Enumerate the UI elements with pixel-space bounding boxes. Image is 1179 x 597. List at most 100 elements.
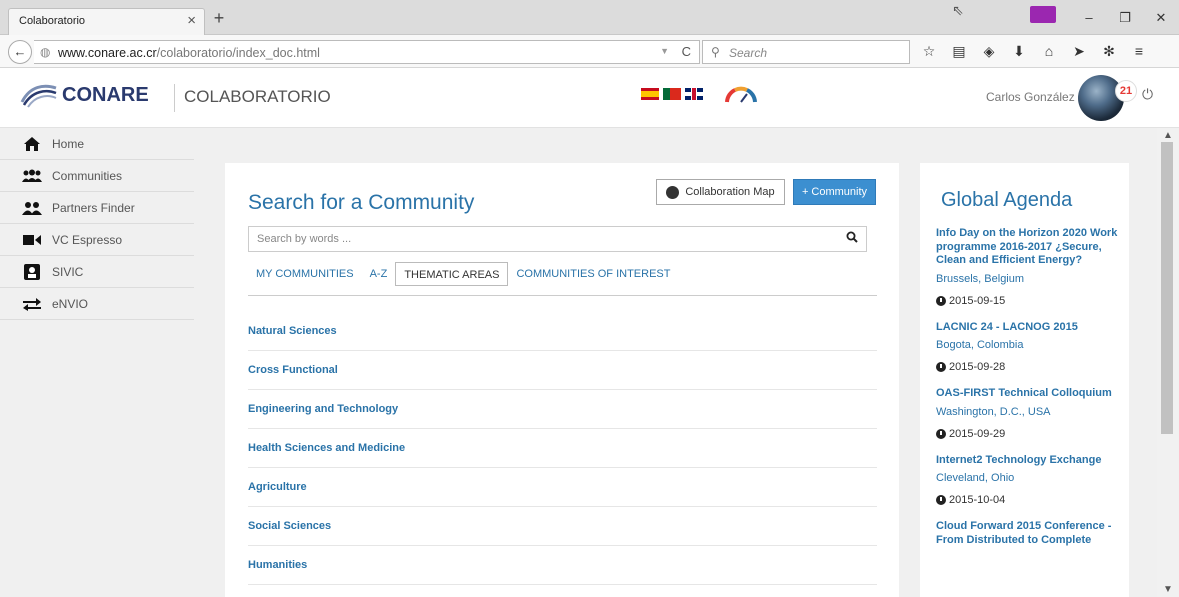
thematic-areas-list: Natural Sciences Cross Functional Engine… (248, 312, 877, 585)
tab-title: Colaboratorio (19, 15, 86, 27)
browser-tab-bar: Colaboratorio × + ⇖ – ❐ ✕ (0, 0, 1179, 35)
tab-my-communities[interactable]: MY COMMUNITIES (248, 262, 362, 286)
home-icon (22, 136, 42, 152)
window-controls: – ❐ ✕ (1071, 0, 1179, 35)
list-item[interactable]: Health Sciences and Medicine (248, 429, 877, 468)
event-date: 2015-09-28 (936, 361, 1122, 373)
event-date-text: 2015-09-29 (949, 427, 1006, 440)
sidebar-item-label: VC Espresso (52, 232, 123, 247)
tab-thematic-areas[interactable]: THEMATIC AREAS (395, 262, 509, 286)
sivic-icon (22, 263, 42, 280)
url-path: /colaboratorio/index_doc.html (156, 46, 320, 60)
event-date: 2015-10-04 (936, 494, 1122, 506)
agenda-list: Info Day on the Horizon 2020 Work progra… (936, 227, 1122, 561)
agenda-event: LACNIC 24 - LACNOG 2015 Bogota, Colombia… (936, 321, 1122, 373)
community-search-input[interactable] (249, 227, 829, 251)
sidebar-item-label: eNVIO (52, 296, 89, 311)
sidebar-item-partners-finder[interactable]: Partners Finder (0, 192, 194, 224)
header-divider (174, 84, 175, 112)
back-button[interactable]: ← (8, 40, 32, 64)
list-item[interactable]: Natural Sciences (248, 312, 877, 351)
scroll-thumb[interactable] (1161, 142, 1173, 434)
address-bar[interactable]: ◍ www.conare.ac.cr/colaboratorio/index_d… (34, 40, 700, 64)
event-place: Cleveland, Ohio (936, 472, 1015, 484)
event-title[interactable]: Cloud Forward 2015 Conference - From Dis… (936, 520, 1122, 547)
agenda-event: OAS-FIRST Technical Colloquium Washingto… (936, 387, 1122, 440)
notification-badge[interactable]: 21 (1115, 80, 1137, 102)
reading-list-icon[interactable]: ▤ (950, 41, 968, 61)
list-item[interactable]: Social Sciences (248, 507, 877, 546)
event-title[interactable]: OAS-FIRST Technical Colloquium (936, 387, 1122, 401)
logo-swirl-icon (20, 84, 57, 108)
sidebar-item-label: SIVIC (52, 264, 84, 279)
list-item[interactable]: Agriculture (248, 468, 877, 507)
clock-icon (936, 362, 946, 372)
event-date: 2015-09-29 (936, 428, 1122, 440)
tab-communities-of-interest[interactable]: COMMUNITIES OF INTEREST (508, 262, 678, 286)
clock-icon (936, 295, 946, 306)
list-item[interactable]: Humanities (248, 546, 877, 585)
browser-search-placeholder: Search (729, 46, 768, 60)
sidebar-item-vc-espresso[interactable]: VC Espresso (0, 224, 194, 256)
clock-icon (936, 428, 946, 439)
url-text: www.conare.ac.cr/colaboratorio/index_doc… (58, 46, 320, 60)
pocket-icon[interactable]: ◈ (980, 41, 998, 61)
restore-icon[interactable]: ❐ (1107, 10, 1143, 26)
event-title[interactable]: Info Day on the Horizon 2020 Work progra… (936, 227, 1122, 268)
new-tab-button[interactable]: + (208, 8, 230, 30)
app-name: COLABORATORIO (184, 87, 331, 106)
event-date-text: 2015-10-04 (949, 494, 1006, 506)
url-dropdown-icon[interactable]: ▼ (660, 46, 669, 56)
user-name[interactable]: Carlos González (986, 90, 1075, 104)
community-tabs: MY COMMUNITIES A-Z THEMATIC AREAS COMMUN… (248, 262, 877, 296)
event-date: 2015-09-15 (936, 295, 1122, 307)
page-title: Search for a Community (248, 191, 475, 214)
sidebar-item-label: Home (52, 136, 85, 151)
minimize-icon[interactable]: – (1071, 10, 1107, 25)
event-title[interactable]: LACNIC 24 - LACNOG 2015 (936, 321, 1122, 335)
community-search-box (248, 226, 867, 252)
window-close-icon[interactable]: ✕ (1143, 10, 1179, 26)
reload-icon[interactable]: C (682, 44, 691, 59)
tab-a-z[interactable]: A-Z (362, 262, 396, 286)
event-title[interactable]: Internet2 Technology Exchange (936, 454, 1122, 468)
bookmark-star-icon[interactable]: ☆ (920, 41, 938, 61)
event-date-text: 2015-09-28 (949, 361, 1006, 373)
scroll-down-icon[interactable]: ▼ (1163, 584, 1173, 595)
extension-icon[interactable]: ✻ (1100, 41, 1118, 61)
site-info-icon[interactable]: ◍ (40, 45, 50, 59)
portuguese-flag-icon[interactable] (663, 88, 681, 100)
page-scrollbar[interactable]: ▲ ▼ (1157, 128, 1179, 597)
collaboration-map-label: Collaboration Map (685, 186, 775, 198)
sidebar-item-sivic[interactable]: SIVIC (0, 256, 194, 288)
search-icon: ⚲ (711, 45, 720, 59)
clock-icon (936, 495, 946, 505)
list-item[interactable]: Engineering and Technology (248, 390, 877, 429)
logo-text: CONARE (62, 83, 149, 106)
event-place: Washington, D.C., USA (936, 405, 1051, 418)
home-browser-icon[interactable]: ⌂ (1040, 41, 1058, 61)
speed-gauge-icon[interactable] (723, 82, 759, 104)
browser-search-box[interactable]: ⚲ Search (702, 40, 910, 64)
list-item[interactable]: Cross Functional (248, 351, 877, 390)
browser-toolbar: ☆ ▤ ◈ ⬇ ⌂ ➤ ✻ ≡ (920, 41, 1148, 61)
globe-icon (666, 185, 680, 199)
browser-tab[interactable]: Colaboratorio × (8, 8, 205, 35)
spanish-flag-icon[interactable] (641, 88, 659, 100)
download-icon[interactable]: ⬇ (1010, 41, 1028, 61)
send-icon[interactable]: ➤ (1070, 41, 1088, 61)
group-icon (22, 168, 42, 184)
logout-power-icon[interactable]: ⏻ (1142, 86, 1153, 103)
search-icon[interactable] (846, 231, 858, 246)
private-mask-icon (1030, 6, 1056, 23)
conare-logo[interactable]: CONARE (20, 82, 149, 108)
scroll-up-icon[interactable]: ▲ (1163, 130, 1173, 141)
tab-close-icon[interactable]: × (187, 12, 196, 30)
sidebar-item-home[interactable]: Home (0, 128, 194, 160)
sidebar-item-envio[interactable]: eNVIO (0, 288, 194, 320)
sidebar-item-communities[interactable]: Communities (0, 160, 194, 192)
menu-icon[interactable]: ≡ (1130, 41, 1148, 61)
add-community-button[interactable]: + Community (793, 179, 876, 205)
collaboration-map-button[interactable]: Collaboration Map (656, 179, 785, 205)
english-flag-icon[interactable] (685, 88, 703, 100)
